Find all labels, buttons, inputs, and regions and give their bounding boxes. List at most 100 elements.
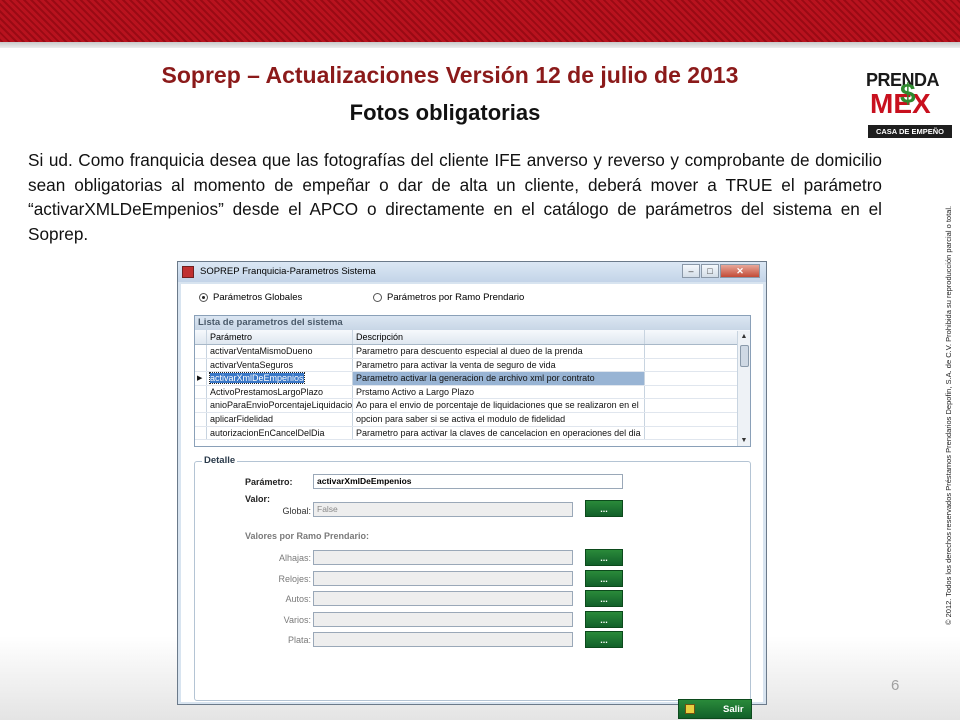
ramo-field[interactable] [313, 550, 573, 565]
logo-tagline: CASA DE EMPEÑO [868, 125, 952, 138]
ramo-edit-button[interactable]: ... [585, 590, 623, 607]
parametro-text: activarVentaMismoDueno [210, 346, 313, 356]
grid-body: activarVentaMismoDueno Parametro para des… [195, 345, 750, 441]
app-icon [182, 266, 194, 278]
slide-title: Soprep – Actualizaciones Versión 12 de j… [161, 62, 739, 88]
table-row[interactable]: autorizacionEnCancelDelDia Parametro para… [195, 426, 750, 441]
empty-cell [645, 359, 736, 372]
global-label: Global: [282, 506, 311, 516]
table-row[interactable]: activarVentaMismoDueno Parametro para des… [195, 345, 750, 359]
exit-icon [685, 704, 695, 714]
parametro-cell[interactable]: activarVentaMismoDueno [207, 345, 353, 358]
grid-caption: Lista de parametros del sistema [195, 316, 750, 330]
row-header-cell [195, 330, 207, 344]
scroll-thumb[interactable] [740, 345, 749, 367]
ramo-edit-button[interactable]: ... [585, 569, 623, 587]
table-row[interactable]: activarVentaSeguros Parametro para activa… [195, 358, 750, 373]
ramo-field[interactable] [313, 632, 573, 647]
radio-label: Parámetros Globales [213, 292, 303, 303]
descripcion-cell[interactable]: Parametro para descuento especial al due… [353, 345, 645, 358]
ramo-edit-button[interactable]: ... [585, 631, 623, 648]
parametro-field[interactable]: activarXmlDeEmpenios [313, 474, 623, 489]
grid-header: Parámetro Descripción [195, 330, 750, 345]
empty-cell [645, 345, 736, 358]
table-row[interactable]: ActivoPrestamosLargoPlazo Prstamo Activo … [195, 385, 750, 400]
parametros-grid[interactable]: Lista de parametros del sistema Parámetr… [194, 315, 751, 447]
slide-subtitle: Fotos obligatorias [349, 100, 541, 125]
descripcion-cell[interactable]: opcion para saber si se activa el modulo… [353, 412, 645, 426]
minimize-button[interactable]: – [682, 264, 700, 278]
parametro-text: aplicarFidelidad [210, 413, 274, 424]
parametro-cell[interactable]: autorizacionEnCancelDelDia [207, 426, 353, 440]
parametro-text: activarXmlDeEmpenios [209, 372, 305, 385]
descripcion-cell[interactable]: Ao para el envio de porcentaje de liquid… [353, 399, 645, 412]
empty-cell [645, 413, 736, 426]
row-header-cell[interactable] [195, 345, 207, 358]
descripcion-cell[interactable]: Parametro para activar la claves de canc… [353, 426, 645, 440]
empty-cell [645, 427, 736, 440]
parametro-text: ActivoPrestamosLargoPlazo [210, 386, 324, 397]
radio-parametros-ramo[interactable]: Parámetros por Ramo Prendario [373, 292, 524, 303]
page-number: 6 [891, 677, 900, 694]
row-header-cell[interactable] [195, 358, 207, 372]
descripcion-cell[interactable]: Parametro activar la generacion de archi… [353, 372, 645, 385]
valores-ramo-label: Valores por Ramo Prendario: [245, 531, 370, 541]
descripcion-cell[interactable]: Parametro para activar la venta de segur… [353, 358, 645, 372]
empty-cell [645, 372, 736, 385]
valor-label: Valor: [245, 494, 271, 504]
logo-dollar-icon: $ [900, 78, 916, 109]
row-pointer-icon[interactable]: ▶ [195, 372, 207, 385]
parametro-text: activarVentaSeguros [210, 359, 294, 370]
global-field[interactable]: False [313, 502, 573, 517]
table-row[interactable]: ▶ activarXmlDeEmpenios Parametro activar l… [195, 372, 750, 386]
detalle-group: Detalle Parámetro: activarXmlDeEmpenios … [194, 455, 751, 701]
ramo-label: Plata: [287, 635, 311, 645]
ramo-field[interactable] [313, 591, 573, 606]
ramo-field[interactable] [313, 570, 573, 586]
header-band [0, 0, 960, 48]
ramo-label: Varios: [283, 614, 311, 625]
window-titlebar[interactable]: SOPREP Franquicia-Parametros Sistema – □… [178, 262, 766, 282]
column-header-descripcion[interactable]: Descripción [353, 330, 645, 344]
empty-cell [645, 386, 736, 399]
ramo-label: Relojes: [278, 573, 311, 584]
ramo-edit-button[interactable]: ... [585, 549, 623, 566]
column-header-empty [645, 330, 736, 344]
scroll-down-icon[interactable]: ▼ [738, 435, 750, 446]
close-button[interactable]: ✕ [720, 264, 760, 278]
row-header-cell[interactable] [195, 385, 207, 399]
row-header-cell[interactable] [195, 412, 207, 426]
grid-scrollbar[interactable]: ▲ ▼ [737, 331, 750, 446]
radio-on-icon[interactable] [199, 293, 208, 302]
maximize-button[interactable]: □ [701, 264, 719, 278]
prendamex-logo: PRENDA $ MEX CASA DE EMPEÑO [866, 70, 954, 142]
window-client: Parámetros Globales Parámetros por Ramo … [181, 284, 763, 719]
parametro-cell[interactable]: anioParaEnvioPorcentajeLiquidacio [207, 399, 353, 412]
parametro-cell[interactable]: activarXmlDeEmpenios [207, 372, 353, 385]
radio-off-icon[interactable] [373, 293, 382, 302]
ramo-label: Alhajas: [278, 553, 311, 563]
table-row[interactable]: anioParaEnvioPorcentajeLiquidacio Ao para… [195, 399, 750, 413]
slide-body-text: Si ud. Como franquicia desea que las fot… [28, 150, 882, 244]
salir-label: Salir [723, 704, 744, 715]
window-title: SOPREP Franquicia-Parametros Sistema [200, 266, 376, 277]
parametro-cell[interactable]: activarVentaSeguros [207, 358, 353, 372]
parametro-cell[interactable]: aplicarFidelidad [207, 412, 353, 426]
column-header-parametro[interactable]: Parámetro [207, 330, 353, 344]
ramo-label: Autos: [285, 594, 311, 604]
descripcion-cell[interactable]: Prstamo Activo a Largo Plazo [353, 385, 645, 399]
scroll-up-icon[interactable]: ▲ [738, 331, 750, 343]
copyright-text: © 2012. Todos los derechos reservados Pr… [944, 205, 953, 625]
parametro-text: autorizacionEnCancelDelDia [210, 427, 325, 438]
global-edit-button[interactable]: ... [585, 500, 623, 517]
ramo-edit-button[interactable]: ... [585, 610, 623, 628]
radio-parametros-globales[interactable]: Parámetros Globales [199, 292, 302, 303]
table-row[interactable]: aplicarFidelidad opcion para saber si se … [195, 412, 750, 427]
parametros-window: SOPREP Franquicia-Parametros Sistema – □… [177, 261, 767, 719]
row-header-cell[interactable] [195, 399, 207, 412]
salir-button[interactable]: Salir [678, 699, 752, 719]
parametro-text: anioParaEnvioPorcentajeLiquidacio [210, 400, 353, 411]
ramo-field[interactable] [313, 611, 573, 627]
parametro-cell[interactable]: ActivoPrestamosLargoPlazo [207, 385, 353, 399]
row-header-cell[interactable] [195, 426, 207, 440]
